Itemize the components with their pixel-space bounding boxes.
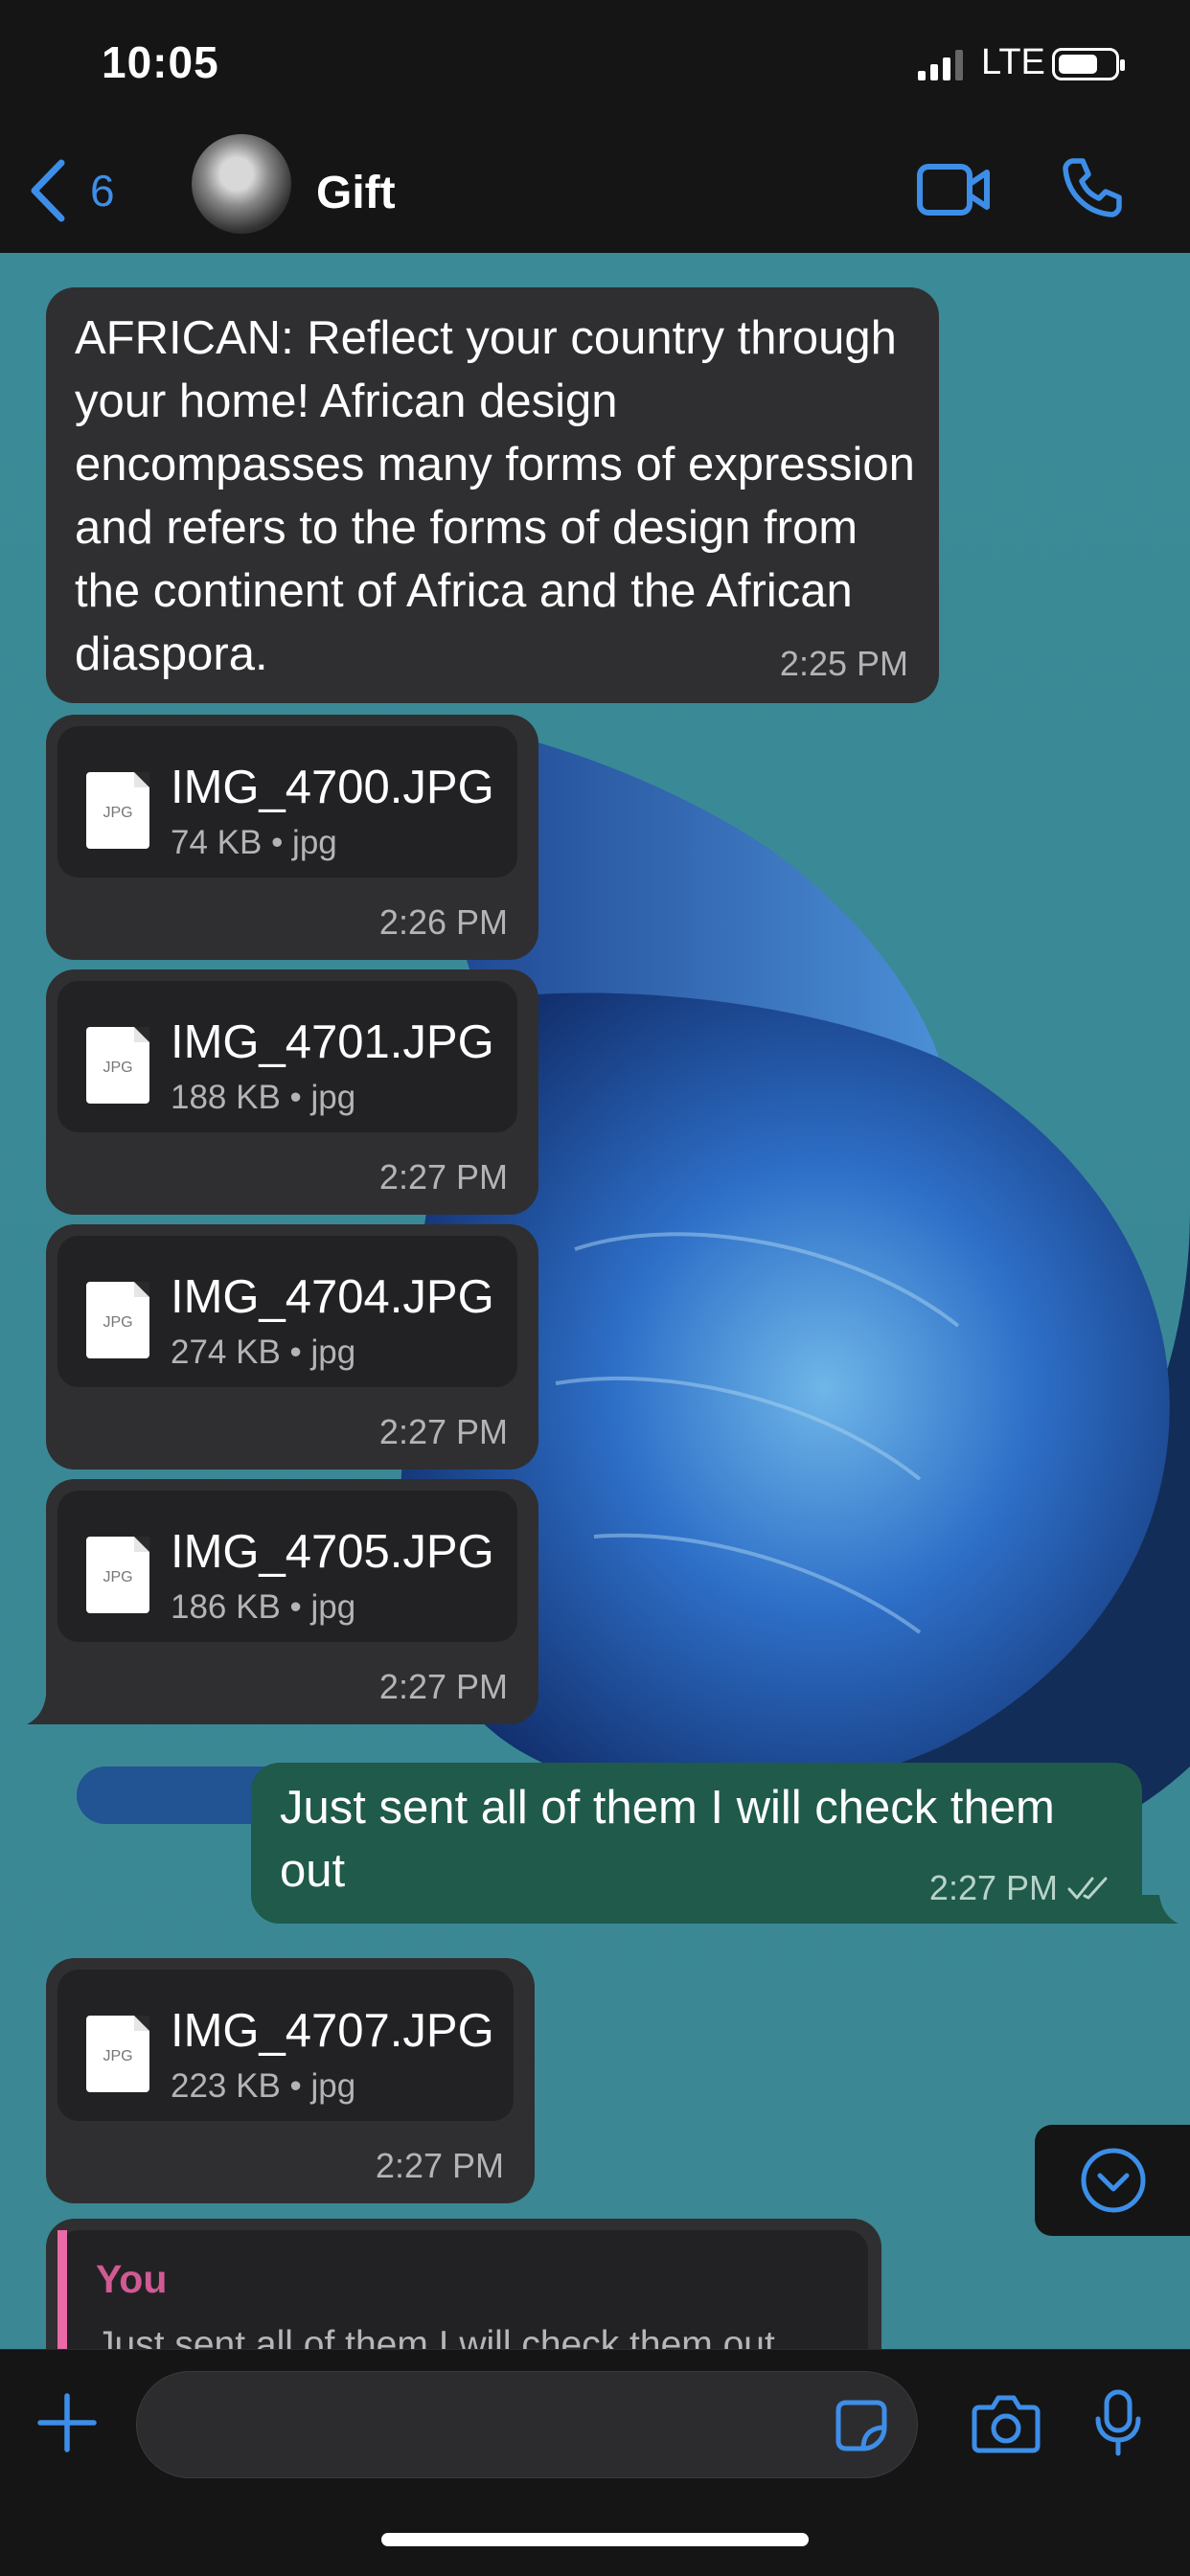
bubble-tail [1140, 1895, 1179, 1924]
bubble-tail [27, 1696, 65, 1724]
chevron-left-icon [31, 159, 65, 222]
signal-icon [918, 50, 963, 80]
chat-area[interactable]: AFRICAN: Reflect your country through yo… [0, 253, 1190, 2349]
file-message[interactable]: JPG IMG_4701.JPG 188 KB • jpg 2:27 PM [46, 969, 538, 1215]
file-name: IMG_4707.JPG [171, 2005, 494, 2057]
chat-header: 6 Gift [0, 134, 1190, 254]
message-time-text: 2:27 PM [928, 1868, 1058, 1907]
file-message[interactable]: JPG IMG_4707.JPG 223 KB • jpg 2:27 PM [46, 1958, 535, 2203]
quote-author: You [96, 2257, 168, 2301]
message-input[interactable] [136, 2371, 918, 2479]
file-size: 74 KB • jpg [171, 824, 337, 861]
file-name: IMG_4701.JPG [171, 1016, 494, 1068]
voice-call-button[interactable] [1060, 155, 1123, 218]
chevron-down-circle-icon [1081, 2148, 1146, 2213]
file-message[interactable]: JPG IMG_4700.JPG 74 KB • jpg 2:26 PM [46, 715, 538, 960]
network-type: LTE [981, 42, 1045, 82]
file-attachment[interactable]: JPG IMG_4704.JPG 274 KB • jpg [57, 1236, 517, 1387]
file-attachment[interactable]: JPG IMG_4707.JPG 223 KB • jpg [57, 1970, 514, 2121]
home-indicator[interactable] [381, 2533, 809, 2546]
file-message[interactable]: JPG IMG_4704.JPG 274 KB • jpg 2:27 PM [46, 1224, 538, 1470]
file-size: 188 KB • jpg [171, 1079, 356, 1116]
file-attachment[interactable]: JPG IMG_4700.JPG 74 KB • jpg [57, 726, 517, 878]
message-time: 2:25 PM [779, 644, 908, 683]
jpg-file-icon: JPG [86, 1027, 149, 1104]
jpg-file-icon: JPG [86, 1282, 149, 1358]
contact-avatar[interactable] [192, 134, 291, 234]
jpg-file-icon: JPG [86, 1537, 149, 1613]
message-time: 2:27 PM [929, 1868, 1113, 1908]
file-name: IMG_4705.JPG [171, 1526, 494, 1578]
file-attachment[interactable]: JPG IMG_4705.JPG 186 KB • jpg [57, 1491, 517, 1642]
status-bar: 10:05 LTE [0, 0, 1190, 134]
back-button[interactable]: 6 [29, 159, 115, 222]
sticker-button[interactable] [833, 2397, 890, 2454]
message-text-line-1: Just sent all of them I will check them [280, 1782, 1055, 1834]
double-check-icon [1067, 1877, 1108, 1900]
message-time: 2:27 PM [378, 1412, 508, 1451]
jpg-file-icon: JPG [86, 772, 149, 849]
status-time: 10:05 [102, 37, 219, 87]
battery-icon [1052, 48, 1125, 80]
unread-count: 6 [90, 166, 115, 216]
file-size: 186 KB • jpg [171, 1588, 356, 1626]
add-attachment-button[interactable] [36, 2392, 98, 2453]
message-bubble-outgoing[interactable]: Just sent all of them I will check them … [251, 1763, 1142, 1924]
message-text: AFRICAN: Reflect your country through yo… [75, 312, 915, 680]
file-size: 274 KB • jpg [171, 1334, 356, 1371]
message-time: 2:27 PM [378, 1157, 508, 1197]
message-text-line-2: out [280, 1845, 346, 1897]
file-name: IMG_4700.JPG [171, 762, 494, 813]
message-text-input[interactable] [166, 2372, 821, 2479]
file-name: IMG_4704.JPG [171, 1271, 494, 1323]
quoted-message[interactable]: You Just sent all of them I will check t… [57, 2230, 868, 2349]
scroll-to-bottom-button[interactable] [1035, 2125, 1190, 2236]
microphone-button[interactable] [1094, 2388, 1142, 2457]
camera-button[interactable] [972, 2394, 1041, 2453]
message-time: 2:26 PM [378, 902, 508, 942]
quote-text: Just sent all of them I will check them … [96, 2324, 775, 2349]
quote-bar [57, 2230, 67, 2349]
jpg-file-icon: JPG [86, 2016, 149, 2092]
file-size: 223 KB • jpg [171, 2067, 356, 2105]
message-time: 2:27 PM [375, 2146, 504, 2185]
file-message[interactable]: JPG IMG_4705.JPG 186 KB • jpg 2:27 PM [46, 1479, 538, 1724]
video-call-button[interactable] [916, 161, 993, 218]
message-time: 2:27 PM [378, 1667, 508, 1706]
message-bubble-incoming[interactable]: AFRICAN: Reflect your country through yo… [46, 287, 939, 703]
file-attachment[interactable]: JPG IMG_4701.JPG 188 KB • jpg [57, 981, 517, 1132]
reply-message[interactable]: You Just sent all of them I will check t… [46, 2219, 881, 2349]
contact-name[interactable]: Gift [316, 167, 396, 219]
